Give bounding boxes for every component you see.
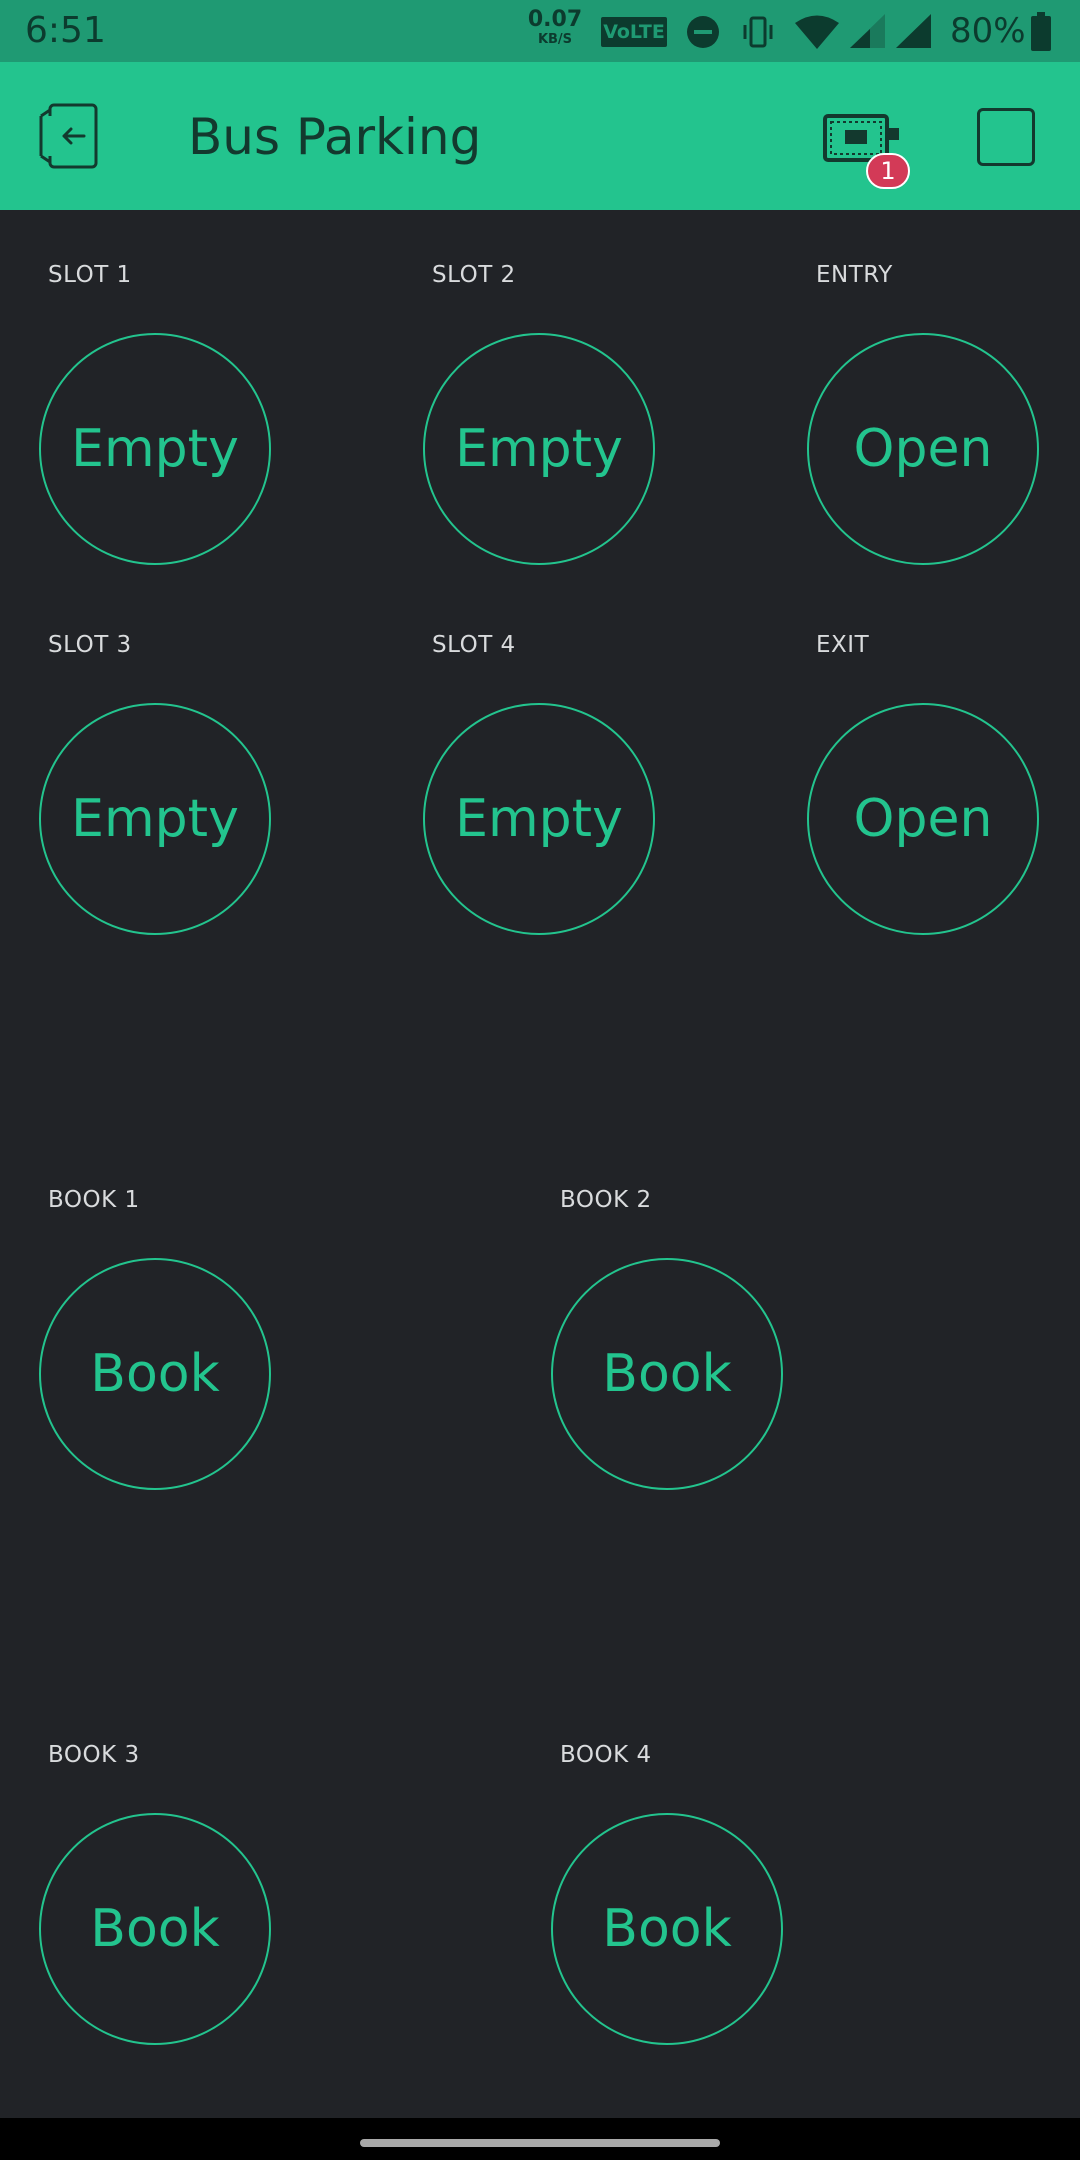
stop-button[interactable] — [977, 108, 1035, 166]
slot2-label: SLOT 2 — [432, 262, 516, 288]
book3-button[interactable]: Book — [39, 1813, 271, 2045]
home-gesture-handle[interactable] — [360, 2139, 720, 2147]
entry-button[interactable]: Open — [807, 333, 1039, 565]
battery-percentage: 80% — [950, 11, 1026, 51]
status-time: 6:51 — [25, 10, 106, 51]
exit-label: EXIT — [816, 632, 870, 658]
device-badge: 1 — [866, 153, 910, 189]
slot1-label: SLOT 1 — [48, 262, 132, 288]
navigation-bar — [0, 2118, 1080, 2160]
book1-button[interactable]: Book — [39, 1258, 271, 1490]
book3-label: BOOK 3 — [48, 1742, 140, 1768]
signal-icon — [850, 14, 885, 48]
project-title: Bus Parking — [188, 108, 482, 166]
slot1-button[interactable]: Empty — [39, 333, 271, 565]
status-bar: 6:51 0.07 KB/S VoLTE 80% — [0, 0, 1080, 62]
slot3-button[interactable]: Empty — [39, 703, 271, 935]
app-header: Bus Parking 1 — [0, 62, 1080, 210]
network-speed-value: 0.07 — [527, 7, 583, 32]
slot4-label: SLOT 4 — [432, 632, 516, 658]
book4-button[interactable]: Book — [551, 1813, 783, 2045]
battery-icon — [1031, 12, 1051, 51]
volte-badge: VoLTE — [601, 17, 667, 47]
signal-icon — [896, 14, 931, 48]
slot3-label: SLOT 3 — [48, 632, 132, 658]
book2-label: BOOK 2 — [560, 1187, 652, 1213]
back-icon — [39, 103, 98, 169]
entry-label: ENTRY — [816, 262, 893, 288]
network-speed-unit: KB/S — [537, 32, 573, 47]
book4-label: BOOK 4 — [560, 1742, 652, 1768]
book1-label: BOOK 1 — [48, 1187, 140, 1213]
vibrate-icon — [743, 16, 773, 48]
exit-button[interactable]: Open — [807, 703, 1039, 935]
dnd-icon — [687, 16, 719, 48]
book2-button[interactable]: Book — [551, 1258, 783, 1490]
back-button[interactable] — [38, 102, 108, 172]
slot4-button[interactable]: Empty — [423, 703, 655, 935]
slot2-button[interactable]: Empty — [423, 333, 655, 565]
network-speed: 0.07 KB/S — [527, 7, 583, 47]
wifi-icon — [795, 15, 839, 49]
